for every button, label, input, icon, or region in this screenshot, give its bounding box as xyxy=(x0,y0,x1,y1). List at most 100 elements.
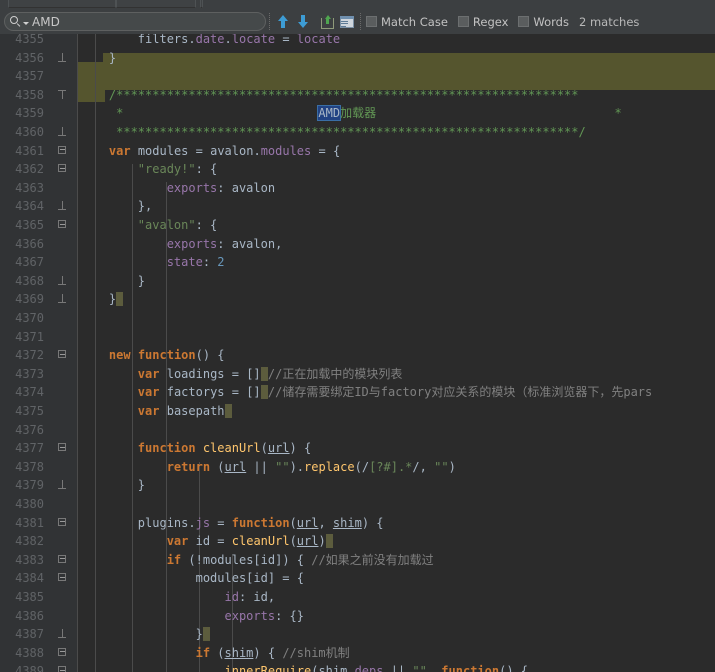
search-history-chevron-down-icon[interactable] xyxy=(23,21,29,25)
code-line[interactable]: 4371 xyxy=(0,328,715,347)
code-line[interactable]: 4355 filters.date.locate = locate xyxy=(0,34,715,49)
code-text[interactable]: if (!modules[id]) { //如果之前没有加载过 xyxy=(80,551,434,570)
code-text[interactable]: }, xyxy=(80,197,152,216)
code-text[interactable]: state: 2 xyxy=(80,253,225,272)
code-text[interactable]: plugins.js = function(url, shim) { xyxy=(80,514,384,533)
find-previous-button[interactable] xyxy=(273,12,293,32)
line-number: 4389 xyxy=(15,664,44,672)
code-line[interactable]: 4364 }, xyxy=(0,197,715,216)
code-line[interactable]: 4378 return (url || "").replace(/[?#].*/… xyxy=(0,458,715,477)
match-case-checkbox[interactable]: Match Case xyxy=(366,15,448,29)
fold-marker[interactable] xyxy=(58,164,67,173)
fold-marker[interactable] xyxy=(58,554,67,564)
code-line[interactable]: 4359 * AMD加载器 * xyxy=(0,104,715,123)
fold-marker[interactable] xyxy=(58,220,67,229)
words-checkbox[interactable]: Words xyxy=(518,15,569,29)
preview-pane-button[interactable] xyxy=(337,12,357,32)
code-line[interactable]: 4356 } xyxy=(0,49,715,68)
fold-marker[interactable] xyxy=(58,145,67,155)
fold-marker[interactable] xyxy=(58,201,67,211)
code-text[interactable]: exports: avalon xyxy=(80,179,275,198)
code-line[interactable]: 4370 xyxy=(0,309,715,328)
code-text[interactable]: } xyxy=(80,476,145,495)
code-line[interactable]: 4381 plugins.js = function(url, shim) { xyxy=(0,514,715,533)
code-line[interactable]: 4384 modules[id] = { xyxy=(0,569,715,588)
search-input-value[interactable]: AMD xyxy=(32,15,265,29)
code-text[interactable]: var basepath xyxy=(80,402,232,421)
code-line[interactable]: 4360 ***********************************… xyxy=(0,123,715,142)
fold-marker[interactable] xyxy=(58,350,67,359)
fold-marker[interactable] xyxy=(58,480,67,490)
code-text[interactable]: "ready!": { xyxy=(80,160,217,179)
match-case-checkbox-box[interactable] xyxy=(366,16,377,27)
code-line[interactable]: 4357 xyxy=(0,67,715,86)
code-text[interactable]: var loadings = [] //正在加载中的模块列表 xyxy=(80,365,402,384)
fold-marker[interactable] xyxy=(58,443,67,452)
code-line[interactable]: 4382 var id = cleanUrl(url) xyxy=(0,532,715,551)
export-matches-button[interactable] xyxy=(317,12,337,32)
fold-marker[interactable] xyxy=(58,52,67,62)
code-text[interactable]: innerRequire(shim.deps || "", function()… xyxy=(80,662,529,672)
code-line[interactable]: 4365 "avalon": { xyxy=(0,216,715,235)
fold-marker[interactable] xyxy=(58,517,67,527)
regex-checkbox-box[interactable] xyxy=(457,16,469,27)
code-text[interactable]: * AMD加载器 * xyxy=(80,104,622,123)
code-text[interactable]: if (shim) { //shim机制 xyxy=(80,644,350,663)
code-line[interactable]: 4377 function cleanUrl(url) { xyxy=(0,439,715,458)
code-text[interactable]: function cleanUrl(url) { xyxy=(80,439,311,458)
code-text[interactable]: filters.date.locate = locate xyxy=(80,34,340,49)
code-line[interactable]: 4363 exports: avalon xyxy=(0,179,715,198)
code-editor[interactable]: 4355 filters.date.locate = locate 4356 } 4… xyxy=(0,34,715,672)
find-next-button[interactable] xyxy=(293,12,313,32)
code-text[interactable]: var factorys = [] //储存需要绑定ID与factory对应关系… xyxy=(80,383,652,402)
code-text[interactable]: } xyxy=(80,625,211,644)
line-number: 4372 xyxy=(15,348,44,363)
code-line[interactable]: 4380 xyxy=(0,495,715,514)
code-text[interactable]: /***************************************… xyxy=(80,86,579,105)
code-line[interactable]: 4388 if (shim) { //shim机制 xyxy=(0,644,715,663)
code-text[interactable]: } xyxy=(80,290,124,309)
code-text[interactable]: return (url || "").replace(/[?#].*/, "") xyxy=(80,458,456,477)
code-line[interactable]: 4366 exports: avalon, xyxy=(0,235,715,254)
code-text[interactable]: ****************************************… xyxy=(80,123,586,142)
code-text[interactable]: } xyxy=(80,272,145,291)
code-text[interactable]: id: id, xyxy=(80,588,276,607)
fold-marker[interactable] xyxy=(58,89,67,99)
code-line[interactable]: 4369 } xyxy=(0,290,715,309)
code-text[interactable]: "avalon": { xyxy=(80,216,217,235)
search-input[interactable]: AMD xyxy=(4,12,266,31)
code-line[interactable]: 4389 innerRequire(shim.deps || "", funct… xyxy=(0,662,715,672)
code-text[interactable]: var modules = avalon.modules = { xyxy=(80,142,340,161)
words-checkbox-box[interactable] xyxy=(518,16,530,27)
code-line[interactable]: 4372 new function() { xyxy=(0,346,715,365)
code-line[interactable]: 4376 xyxy=(0,421,715,440)
fold-marker[interactable] xyxy=(58,629,67,639)
fold-marker[interactable] xyxy=(58,666,67,672)
code-text[interactable]: exports: avalon, xyxy=(80,235,283,254)
code-line[interactable]: 4367 state: 2 xyxy=(0,253,715,272)
code-line[interactable]: 4373 var loadings = [] //正在加载中的模块列表 xyxy=(0,365,715,384)
code-line[interactable]: 4375 var basepath xyxy=(0,402,715,421)
fold-marker[interactable] xyxy=(58,275,67,285)
code-text[interactable]: exports: {} xyxy=(80,607,304,626)
code-text[interactable]: } xyxy=(80,49,116,68)
code-text[interactable]: var id = cleanUrl(url) xyxy=(80,532,333,551)
code-line[interactable]: 4387 } xyxy=(0,625,715,644)
code-line[interactable]: 4379 } xyxy=(0,476,715,495)
code-line[interactable]: 4368 } xyxy=(0,272,715,291)
fold-marker[interactable] xyxy=(58,647,67,657)
fold-marker[interactable] xyxy=(58,573,67,582)
code-line[interactable]: 4362 "ready!": { xyxy=(0,160,715,179)
code-line[interactable]: 4385 id: id, xyxy=(0,588,715,607)
line-number: 4388 xyxy=(15,645,44,660)
code-text[interactable]: modules[id] = { xyxy=(80,569,304,588)
code-line[interactable]: 4374 var factorys = [] //储存需要绑定ID与factor… xyxy=(0,383,715,402)
code-line[interactable]: 4383 if (!modules[id]) { //如果之前没有加载过 xyxy=(0,551,715,570)
regex-checkbox[interactable]: Regex xyxy=(457,15,508,29)
fold-marker[interactable] xyxy=(58,294,67,304)
code-line[interactable]: 4361 var modules = avalon.modules = { xyxy=(0,142,715,161)
code-line[interactable]: 4358 /**********************************… xyxy=(0,86,715,105)
code-line[interactable]: 4386 exports: {} xyxy=(0,607,715,626)
fold-marker[interactable] xyxy=(58,127,67,136)
code-text[interactable]: new function() { xyxy=(80,346,225,365)
